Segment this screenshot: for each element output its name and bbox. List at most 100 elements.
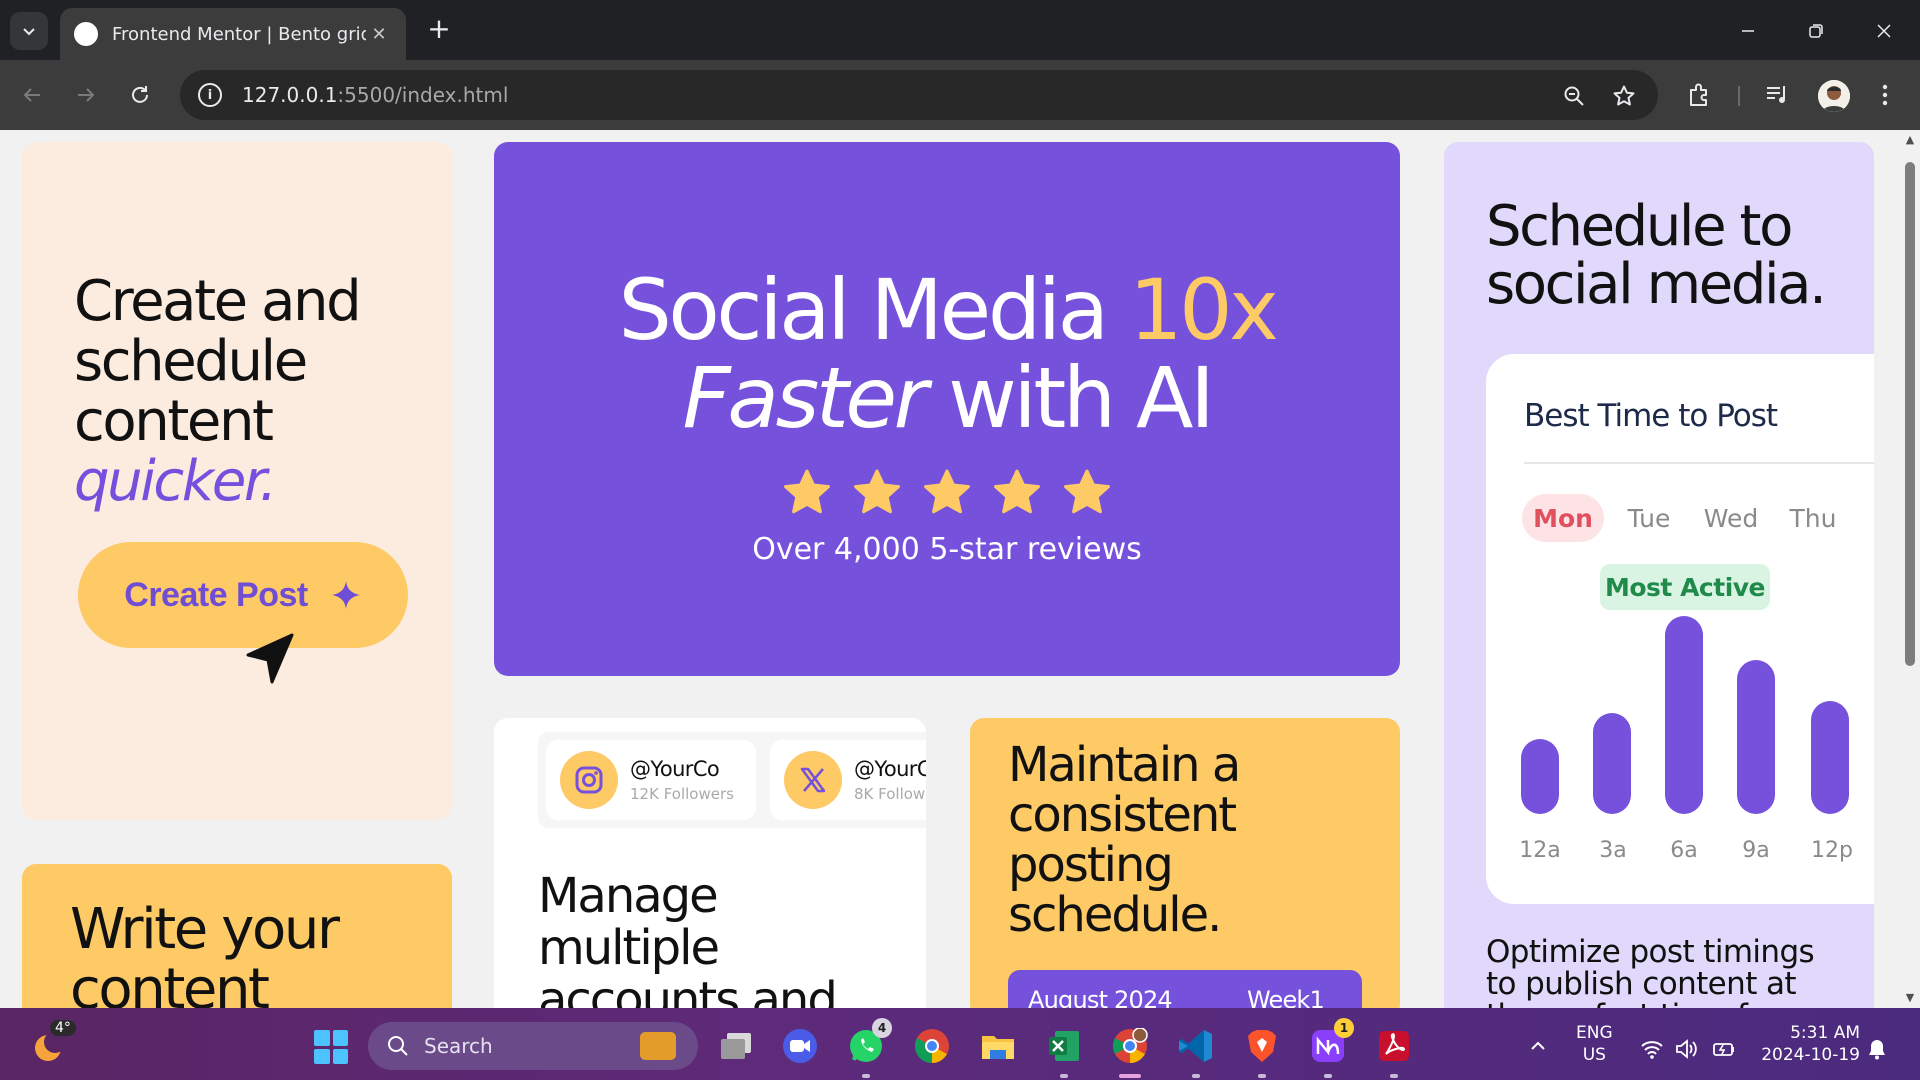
start-button[interactable]: [314, 1030, 348, 1064]
forward-icon: [78, 88, 95, 102]
battery-icon[interactable]: [1712, 1038, 1736, 1060]
vscode-icon[interactable]: [1176, 1026, 1216, 1078]
toolbar-divider: [1738, 86, 1740, 106]
running-indicator: [1258, 1074, 1266, 1078]
manage-heading: Manage multiple accounts and: [538, 868, 838, 1008]
forward-button[interactable]: [66, 75, 106, 115]
notification-badge: 4: [872, 1018, 892, 1038]
more-menu-button[interactable]: [1870, 80, 1900, 110]
info-icon[interactable]: i: [198, 83, 222, 107]
chrome-profile-icon[interactable]: [1110, 1026, 1150, 1078]
scroll-down-arrow-icon[interactable]: ▼: [1900, 988, 1920, 1008]
account-card: @YourCo 8K Followers: [770, 740, 926, 820]
chevron-up-icon[interactable]: [1528, 1036, 1548, 1056]
tab-search-button[interactable]: [10, 12, 48, 50]
panel-title: Best Time to Post: [1524, 398, 1778, 434]
calendar-month: August 2024: [1028, 986, 1173, 1008]
zoom-button[interactable]: [1560, 82, 1588, 110]
notification-badge: 1: [1334, 1018, 1354, 1038]
instagram-icon: [560, 751, 618, 809]
star-icon: [854, 469, 900, 514]
address-bar[interactable]: i 127.0.0.1:5500/index.html: [180, 70, 1658, 120]
account-followers: 8K Followers: [854, 785, 926, 803]
calendar-widget: August 2024 Week1: [1008, 970, 1362, 1008]
media-control-button[interactable]: [1762, 80, 1792, 110]
input-language[interactable]: ENG US: [1576, 1022, 1613, 1066]
minimize-button[interactable]: [1728, 14, 1768, 48]
schedule-body-text: Optimize post timings to publish content…: [1486, 934, 1815, 1008]
hour-label: 12a: [1519, 838, 1561, 863]
create-heading: Create and schedule content quicker.: [74, 272, 434, 512]
card-create-content: Create and schedule content quicker. Cre…: [22, 142, 452, 820]
create-heading-line: Create and: [74, 269, 362, 334]
card-write-content: Write your content: [22, 864, 452, 1008]
file-explorer-icon[interactable]: [978, 1026, 1018, 1066]
activity-bar: [1521, 738, 1559, 814]
minimize-icon: [1742, 30, 1754, 32]
reload-button[interactable]: [120, 75, 160, 115]
scroll-thumb[interactable]: [1905, 162, 1915, 666]
accounts-strip: @YourCo 12K Followers @YourCo 8K Followe…: [538, 732, 926, 828]
day-tab-mon[interactable]: Mon: [1522, 494, 1604, 542]
best-time-panel: Best Time to Post Mon Tue Wed Thu Most A…: [1486, 354, 1874, 904]
running-indicator: [1119, 1074, 1141, 1078]
hero-title-line-2: Faster with AI: [682, 349, 1215, 447]
system-clock[interactable]: 5:31 AM 2024-10-19: [1756, 1022, 1860, 1066]
close-window-button[interactable]: [1864, 14, 1904, 48]
star-icon: [924, 469, 970, 514]
calendar-week: Week1: [1246, 986, 1325, 1008]
chevron-down-icon: [23, 28, 35, 36]
taskbar-search[interactable]: Search: [368, 1022, 698, 1070]
back-icon: [23, 88, 40, 102]
notion-like-app-icon[interactable]: 1: [1308, 1018, 1354, 1078]
star-icon: [1064, 469, 1110, 514]
card-consistent-schedule: Maintain a consistent posting schedule. …: [970, 718, 1400, 1008]
search-placeholder: Search: [424, 1034, 493, 1058]
scroll-up-arrow-icon[interactable]: ▲: [1900, 130, 1920, 150]
task-view-icon[interactable]: [716, 1026, 756, 1066]
cursor-pointer-icon: [246, 633, 294, 684]
day-tab-thu[interactable]: Thu: [1776, 494, 1850, 542]
running-indicator: [1390, 1074, 1398, 1078]
tab-close-button[interactable]: ✕: [366, 24, 392, 45]
profile-avatar[interactable]: [1818, 80, 1850, 112]
running-indicator: [862, 1074, 870, 1078]
day-tab-tue[interactable]: Tue: [1612, 494, 1686, 542]
restore-button[interactable]: [1796, 14, 1836, 48]
create-post-button[interactable]: Create Post: [78, 542, 408, 648]
create-heading-line: content: [74, 389, 274, 454]
hour-label: 6a: [1670, 838, 1698, 863]
active-tab[interactable]: Frontend Mentor | Bento grid ✕: [60, 8, 406, 60]
restore-icon: [1809, 24, 1823, 38]
reload-icon: [132, 86, 148, 103]
day-tab-wed[interactable]: Wed: [1694, 494, 1768, 542]
back-button[interactable]: [12, 75, 52, 115]
browser-tab-bar: Frontend Mentor | Bento grid ✕ +: [0, 0, 1920, 60]
new-tab-button[interactable]: +: [422, 14, 456, 48]
volume-icon[interactable]: [1674, 1038, 1698, 1060]
page-scrollbar[interactable]: ▲ ▼: [1900, 130, 1920, 1008]
zoom-app-icon[interactable]: [780, 1026, 820, 1066]
activity-bar: [1593, 713, 1631, 814]
hour-label: 9a: [1742, 838, 1770, 863]
activity-bar: [1665, 616, 1703, 814]
acrobat-icon[interactable]: [1374, 1026, 1414, 1078]
close-icon: [1877, 24, 1891, 38]
chrome-icon[interactable]: [912, 1026, 952, 1066]
notification-bell-icon[interactable]: [1866, 1038, 1888, 1060]
write-heading: Write your content: [70, 897, 340, 1009]
star-icon: [784, 469, 830, 514]
brave-icon[interactable]: [1242, 1026, 1282, 1078]
wifi-icon[interactable]: [1640, 1038, 1664, 1060]
create-heading-accent: quicker.: [74, 449, 277, 514]
create-post-label: Create Post: [124, 575, 308, 614]
avatar-icon: [1818, 80, 1850, 112]
hour-label: 3a: [1599, 838, 1627, 863]
extensions-button[interactable]: [1684, 80, 1714, 110]
hero-italic: Faster: [682, 349, 929, 447]
hour-label: 12p: [1811, 838, 1853, 863]
bookmark-button[interactable]: [1610, 82, 1638, 110]
whatsapp-icon[interactable]: 4: [846, 1018, 892, 1078]
excel-icon[interactable]: [1044, 1026, 1084, 1078]
consistent-heading: Maintain a consistent posting schedule.: [1008, 737, 1241, 943]
